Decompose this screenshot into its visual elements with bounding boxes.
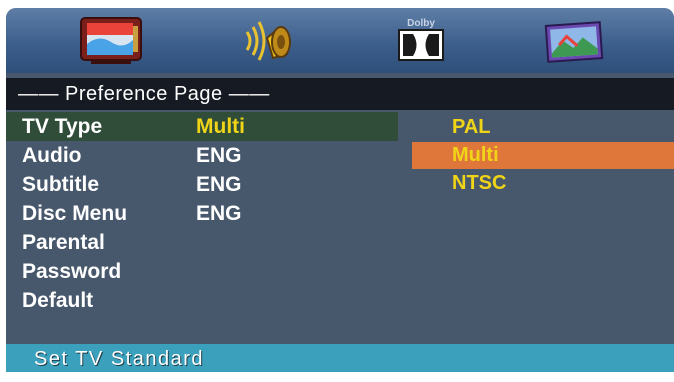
tab-audio-setup[interactable] (224, 12, 314, 70)
status-bar: Set TV Standard (6, 344, 674, 372)
option-label: PAL (452, 116, 491, 138)
tab-video-setup[interactable] (528, 12, 618, 70)
option-ntsc[interactable]: NTSC (412, 170, 674, 197)
tab-tv-setup[interactable] (66, 12, 156, 70)
menu-item-value: ENG (196, 144, 242, 167)
page-title: —— Preference Page —— (6, 78, 674, 110)
tab-dolby-setup[interactable]: Dolby (376, 12, 466, 70)
menu-item-value: ENG (196, 173, 242, 196)
preference-menu: TV Type Multi Audio ENG Subtitle ENG Dis… (6, 112, 674, 342)
menu-item-tv-type[interactable]: TV Type Multi (6, 112, 398, 141)
tab-bar: Dolby (6, 8, 674, 73)
menu-item-value: ENG (196, 202, 242, 225)
menu-item-label: Password (22, 260, 122, 283)
option-pal[interactable]: PAL (412, 114, 674, 141)
tv-icon (80, 17, 142, 64)
dolby-text: Dolby (407, 18, 435, 29)
menu-item-subtitle[interactable]: Subtitle ENG (6, 170, 398, 199)
menu-item-disc-menu[interactable]: Disc Menu ENG (6, 199, 398, 228)
menu-item-default[interactable]: Default (6, 286, 398, 315)
menu-item-label: Audio (22, 144, 82, 167)
osd-screen: Dolby —— Preference Page —— TV Type Mult… (6, 8, 674, 372)
option-label: NTSC (452, 172, 507, 194)
picture-icon (544, 21, 604, 63)
menu-item-password[interactable]: Password (6, 257, 398, 286)
option-multi[interactable]: Multi (412, 142, 674, 169)
dolby-icon: Dolby (398, 18, 444, 61)
menu-item-label: Default (22, 289, 94, 312)
menu-item-audio[interactable]: Audio ENG (6, 141, 398, 170)
speaker-icon (245, 21, 291, 61)
menu-item-label: Parental (22, 231, 105, 254)
menu-item-label: TV Type (22, 115, 103, 138)
menu-item-parental[interactable]: Parental (6, 228, 398, 257)
menu-item-label: Subtitle (22, 173, 99, 196)
menu-item-value: Multi (196, 115, 245, 138)
option-label: Multi (452, 144, 499, 166)
menu-item-label: Disc Menu (22, 202, 128, 225)
